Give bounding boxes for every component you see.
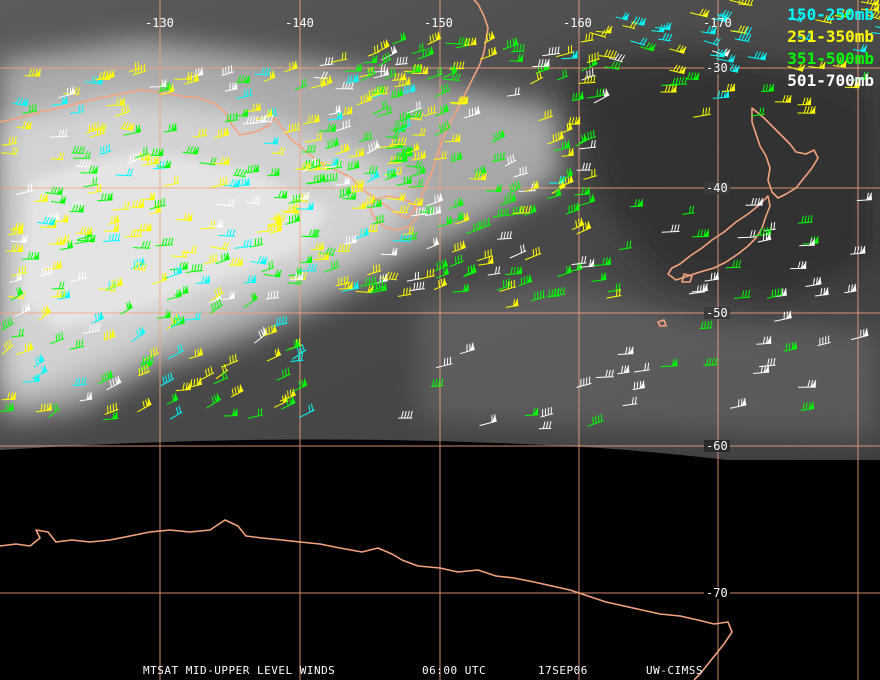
longitude-label-130: -130: [145, 16, 174, 30]
map-canvas: [0, 0, 880, 680]
caption-title: MTSAT MID-UPPER LEVEL WINDS: [143, 664, 336, 677]
longitude-label-170: -170: [703, 16, 732, 30]
latitude-label-30: -30: [704, 61, 730, 75]
latitude-label-50: -50: [704, 306, 730, 320]
legend-351-500mb: 351-500mb: [787, 49, 874, 68]
latitude-label-40: -40: [704, 181, 730, 195]
caption-date: 17SEP06: [538, 664, 588, 677]
longitude-label-160: -160: [563, 16, 592, 30]
latitude-label-60: -60: [704, 439, 730, 453]
longitude-label-150: -150: [424, 16, 453, 30]
image-caption: MTSAT MID-UPPER LEVEL WINDS 06:00 UTC 17…: [0, 664, 880, 678]
legend-501-700mb: 501-700mb: [787, 71, 874, 90]
legend-150-250mb: 150-250mb: [787, 5, 874, 24]
caption-time: 06:00 UTC: [422, 664, 487, 677]
latitude-label-70: -70: [704, 586, 730, 600]
longitude-label-140: -140: [285, 16, 314, 30]
water-vapor-satellite-map: -130 -140 -150 -160 -170 -30 -40 -50 -60…: [0, 0, 880, 680]
pressure-legend: 150-250mb 251-350mb 351-500mb 501-700mb: [787, 4, 874, 92]
caption-credit: UW-CIMSS: [646, 664, 703, 677]
legend-251-350mb: 251-350mb: [787, 27, 874, 46]
